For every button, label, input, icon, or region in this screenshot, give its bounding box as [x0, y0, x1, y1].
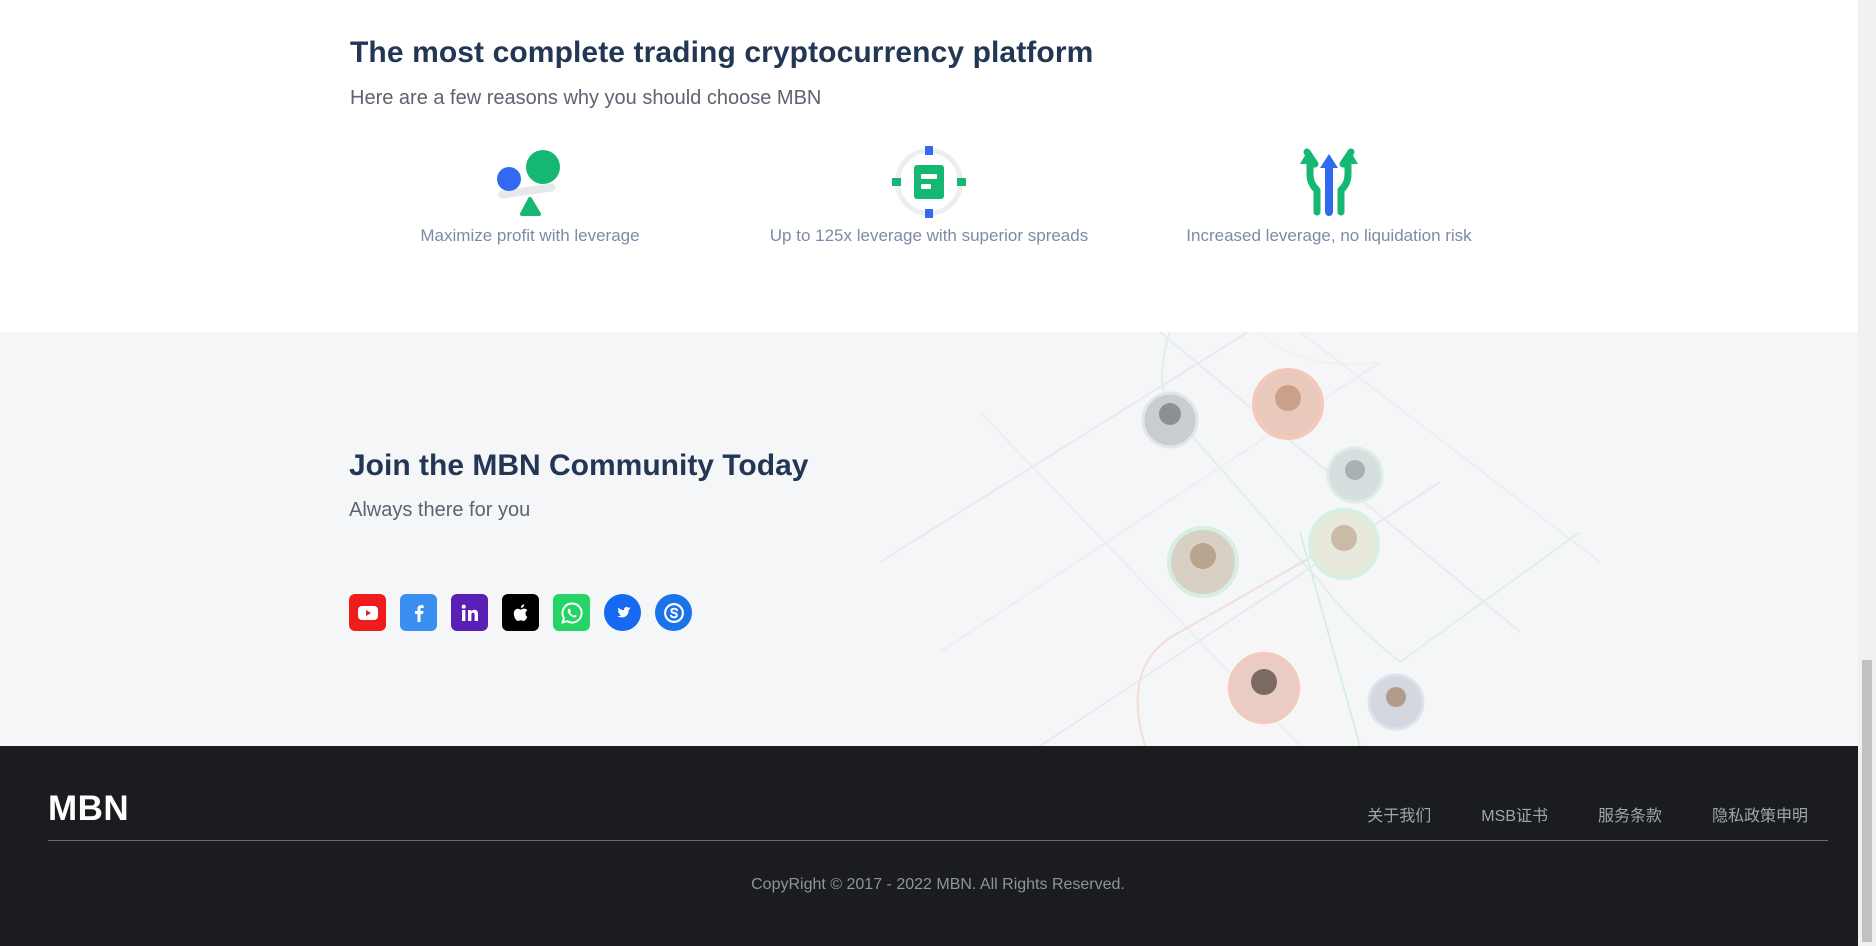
three-arrows-up-icon — [1300, 148, 1358, 216]
whatsapp-button[interactable] — [553, 594, 590, 631]
footer-divider — [48, 840, 1828, 841]
community-title: Join the MBN Community Today — [349, 449, 809, 482]
feature-caption: Maximize profit with leverage — [420, 226, 640, 245]
community-subtitle: Always there for you — [349, 499, 531, 521]
skype-icon — [663, 602, 684, 623]
youtube-button[interactable] — [349, 594, 386, 631]
twitter-button[interactable] — [604, 594, 641, 631]
page: The most complete trading cryptocurrency… — [0, 0, 1858, 946]
facebook-button[interactable] — [400, 594, 437, 631]
balance-shapes-icon — [497, 150, 560, 216]
footer-link-msb-certificate[interactable]: MSB证书 — [1481, 802, 1548, 826]
community-section: Join the MBN Community Today Always ther… — [0, 332, 1858, 746]
social-links — [349, 594, 692, 631]
apple-icon — [513, 603, 527, 621]
feature-item-no-liquidation: Increased leverage, no liquidation risk — [1129, 142, 1529, 246]
skype-button[interactable] — [655, 594, 692, 631]
footer-link-privacy-policy[interactable]: 隐私政策申明 — [1712, 802, 1808, 826]
linkedin-button[interactable] — [451, 594, 488, 631]
apple-button[interactable] — [502, 594, 539, 631]
copyright-text: CopyRight © 2017 - 2022 MBN. All Rights … — [751, 876, 1125, 893]
youtube-icon — [357, 605, 378, 620]
facebook-icon — [414, 604, 424, 622]
community-avatars-illustration — [880, 332, 1600, 746]
feature-item-125x-leverage: Up to 125x leverage with superior spread… — [729, 142, 1129, 246]
scrollbar-thumb[interactable] — [1862, 660, 1872, 942]
twitter-icon — [616, 606, 631, 617]
avatar-group — [1141, 368, 1425, 731]
features-title: The most complete trading cryptocurrency… — [350, 36, 1094, 69]
footer-logo[interactable]: MBN — [48, 789, 129, 829]
features-section: The most complete trading cryptocurrency… — [0, 0, 1858, 332]
features-subtitle: Here are a few reasons why you should ch… — [350, 87, 822, 109]
feature-caption: Up to 125x leverage with superior spread… — [769, 226, 1089, 245]
footer-links: 关于我们 MSB证书 服务条款 隐私政策申明 — [1367, 802, 1808, 826]
footer-link-about-us[interactable]: 关于我们 — [1367, 802, 1431, 826]
whatsapp-icon — [560, 601, 583, 624]
feature-item-leverage-profit: Maximize profit with leverage — [330, 142, 730, 246]
target-document-icon — [892, 146, 966, 218]
feature-caption: Increased leverage, no liquidation risk — [1186, 226, 1472, 245]
linkedin-icon — [461, 604, 478, 621]
vertical-scrollbar[interactable] — [1858, 0, 1876, 946]
footer: MBN 关于我们 MSB证书 服务条款 隐私政策申明 CopyRight © 2… — [0, 746, 1858, 946]
footer-link-terms-of-service[interactable]: 服务条款 — [1598, 802, 1662, 826]
